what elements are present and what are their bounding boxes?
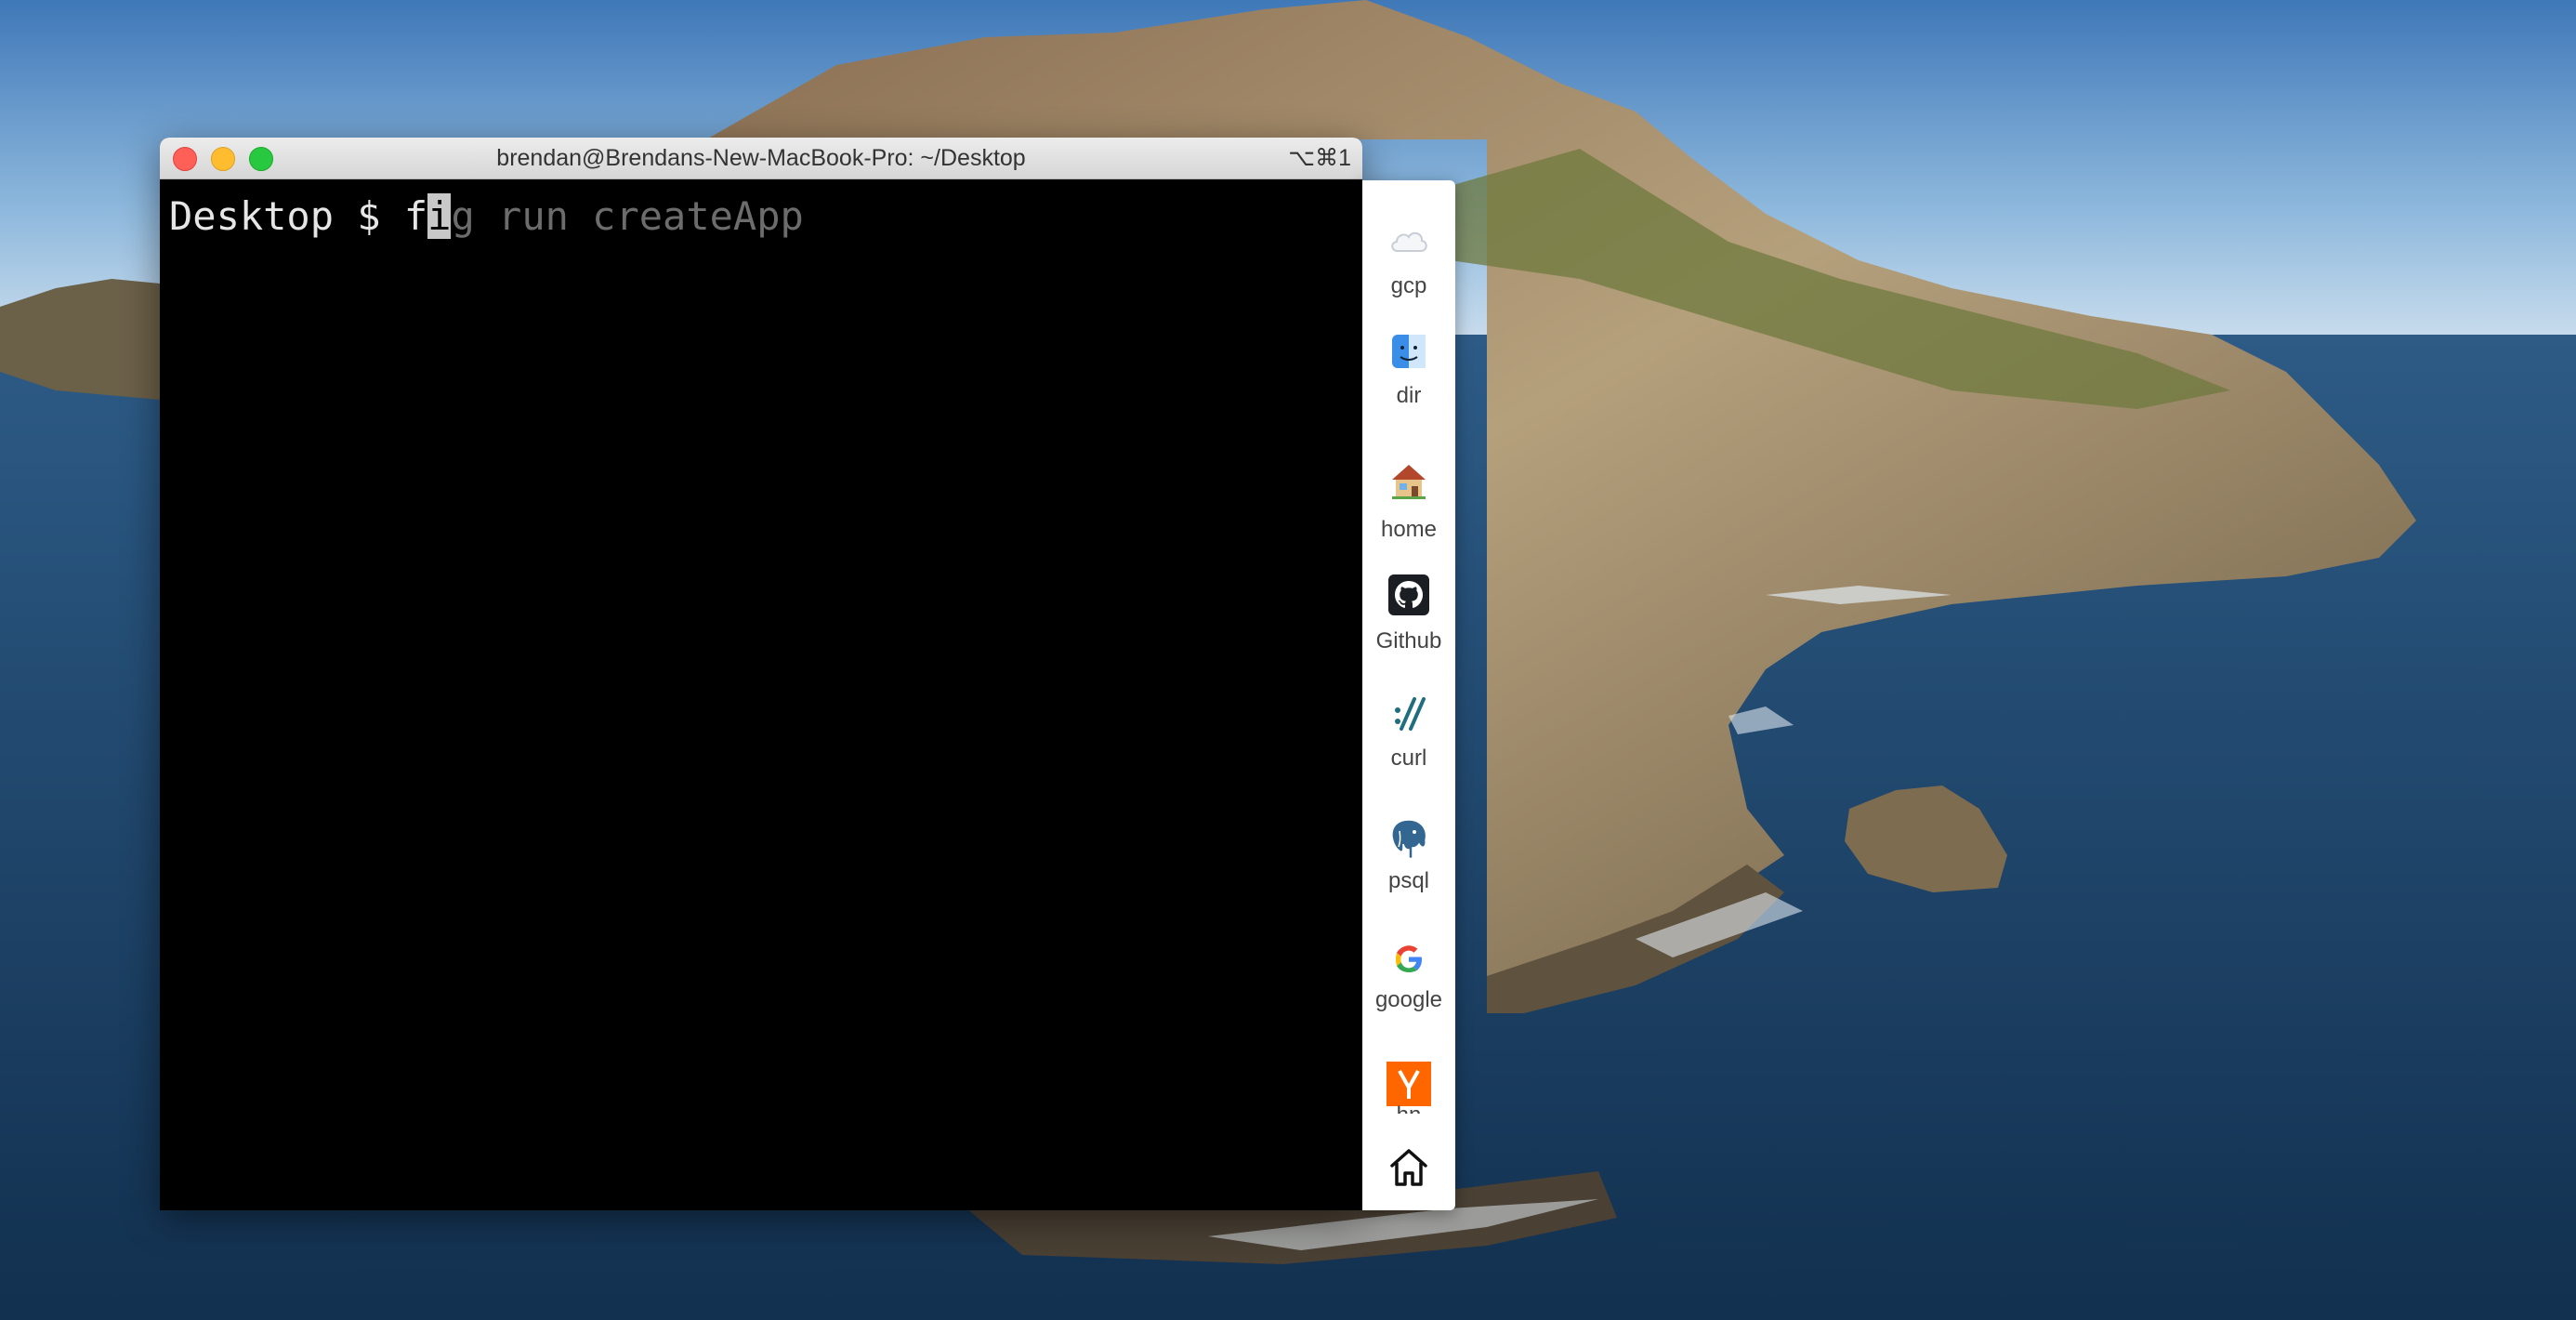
sidebar-item-label: dir — [1396, 383, 1422, 408]
house-icon — [1392, 465, 1426, 499]
sidebar-item-label: curl — [1390, 746, 1427, 771]
curl-icon — [1395, 697, 1426, 731]
postgres-elephant-icon — [1391, 819, 1427, 860]
sidebar-item-label: gcp — [1390, 273, 1427, 298]
home-outline-icon[interactable] — [1387, 1145, 1431, 1190]
sidebar-item-label: google — [1374, 987, 1443, 1012]
google-icon — [1396, 945, 1422, 972]
github-icon — [1388, 574, 1429, 615]
terminal-window[interactable]: brendan@Brendans-New-MacBook-Pro: ~/Desk… — [160, 138, 1362, 1210]
sidebar-item-github[interactable]: Github — [1362, 573, 1455, 666]
sidebar-item-label: psql — [1387, 868, 1430, 893]
sidebar-item-label: home — [1380, 517, 1438, 542]
fig-sidebar: gcp dir home Github curl psql google — [1362, 180, 1455, 1210]
sidebar-item-curl[interactable]: curl — [1362, 692, 1455, 785]
sidebar-item-hn[interactable]: hn — [1362, 1062, 1455, 1114]
sidebar-item-label: Github — [1375, 628, 1442, 653]
sidebar-item-gcp[interactable]: gcp — [1362, 218, 1455, 310]
text-cursor: i — [427, 193, 452, 239]
command-line[interactable]: Desktop $ fig run createApp — [169, 191, 804, 243]
sidebar-item-dir[interactable]: dir — [1362, 329, 1455, 422]
shell-prompt: Desktop $ — [169, 193, 404, 239]
sidebar-item-home[interactable]: home — [1362, 459, 1455, 552]
finder-icon — [1392, 335, 1426, 368]
sidebar-item-label: hn — [1362, 1102, 1455, 1114]
terminal-body[interactable]: Desktop $ fig run createApp — [160, 179, 1362, 1210]
window-shortcut: ⌥⌘1 — [1288, 145, 1351, 171]
typed-input: f — [403, 193, 428, 239]
window-title: brendan@Brendans-New-MacBook-Pro: ~/Desk… — [496, 145, 1026, 171]
sidebar-item-google[interactable]: google — [1362, 937, 1455, 1030]
hacker-news-icon — [1387, 1062, 1431, 1106]
title-bar[interactable]: brendan@Brendans-New-MacBook-Pro: ~/Desk… — [160, 138, 1362, 179]
sidebar-item-psql[interactable]: psql — [1362, 816, 1455, 909]
ghost-suggestion: g run createApp — [451, 193, 804, 239]
cloud-icon — [1391, 231, 1427, 252]
